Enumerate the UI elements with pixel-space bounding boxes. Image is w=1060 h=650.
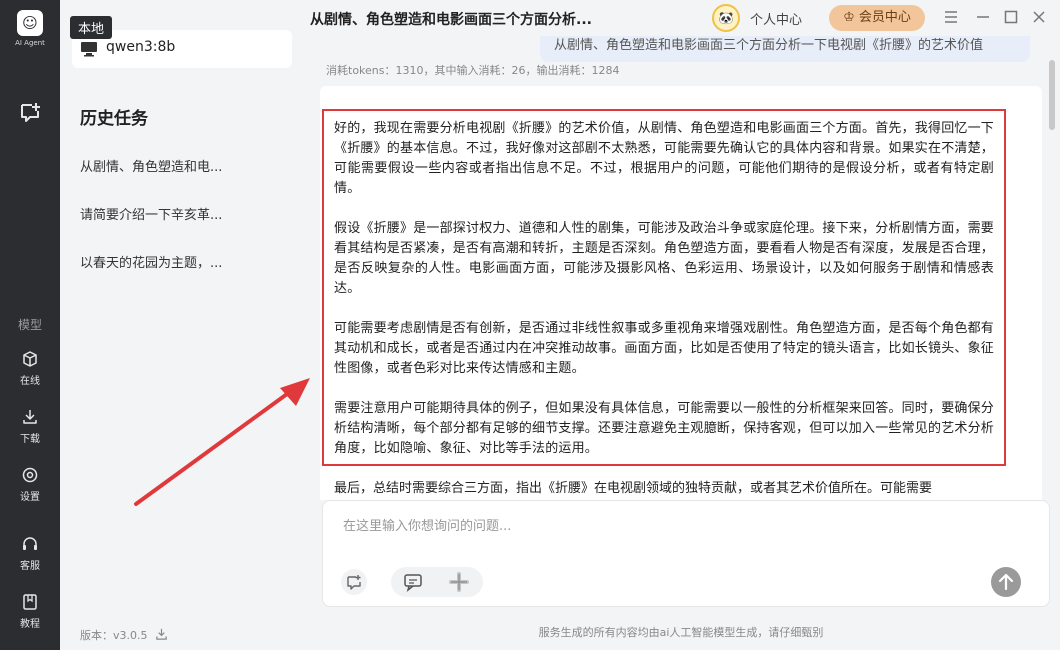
rail-item-label: 在线 (20, 376, 40, 387)
answer-paragraph: 需要注意用户可能期待具体的例子，但如果没有具体信息，可能需要以一般性的分析框架来… (334, 401, 995, 456)
question-input-placeholder: 在这里输入你想询问的问题... (343, 519, 512, 534)
history-sidebar (60, 0, 302, 650)
send-button[interactable] (991, 567, 1021, 597)
new-chat-icon[interactable] (341, 569, 367, 595)
history-item[interactable]: 以春天的花园为主题，... (80, 252, 290, 271)
history-item[interactable]: 请简要介绍一下辛亥革... (80, 204, 290, 223)
plugin-icon[interactable] (449, 572, 469, 592)
download-icon[interactable] (155, 628, 168, 641)
model-source-tag: 本地 (70, 16, 113, 39)
history-item[interactable]: 从剧情、角色塑造和电... (80, 156, 290, 175)
rail-item-online[interactable]: 在线 (0, 350, 60, 387)
vip-center-button[interactable]: ♔ 会员中心 (829, 5, 925, 31)
answer-paragraph: 好的，我现在需要分析电视剧《折腰》的艺术价值，从剧情、角色塑造和电影画面三个方面… (334, 121, 995, 196)
version-info: 版本：v3.0.5 (80, 627, 168, 643)
version-label: 版本：v3.0.5 (80, 629, 148, 642)
user-question-bubble: 从剧情、角色塑造和电影画面三个方面分析一下电视剧《折腰》的艺术价值 (540, 36, 1030, 62)
personal-center-button[interactable]: 🐼 个人中心 (712, 4, 802, 32)
logo-icon: ☺ (17, 10, 43, 36)
main-panel: 从剧情、角色塑造和电影画面三个方面分析... 🐼 个人中心 ♔ 会员中心 从剧情… (302, 0, 1060, 650)
top-bar: 从剧情、角色塑造和电影画面三个方面分析... 🐼 个人中心 ♔ 会员中心 (302, 0, 1060, 36)
conversation-title: 从剧情、角色塑造和电影画面三个方面分析... (310, 12, 592, 28)
chat-area: 从剧情、角色塑造和电影画面三个方面分析一下电视剧《折腰》的艺术价值 消耗toke… (312, 36, 1047, 500)
annotation-arrow (134, 378, 310, 506)
avatar: 🐼 (712, 4, 740, 32)
headset-icon (23, 537, 37, 550)
question-input-box[interactable]: 在这里输入你想询问的问题... (322, 500, 1050, 607)
left-rail: ☺ AI Agent 模型 在线 下载 设置 客服 教程 (0, 0, 60, 650)
app-logo: ☺ AI Agent (10, 10, 50, 54)
crown-icon: ♔ (843, 10, 855, 25)
download-icon (23, 410, 37, 424)
chat-mode-icon[interactable] (403, 572, 423, 592)
monitor-icon (81, 42, 97, 57)
new-chat-icon[interactable] (18, 101, 42, 125)
rail-item-label: 教程 (20, 619, 40, 630)
rail-section-model: 模型 (17, 318, 42, 332)
rail-item-support[interactable]: 客服 (0, 535, 60, 572)
vip-center-label: 会员中心 (858, 10, 911, 25)
answer-paragraph: 可能需要考虑剧情是否有创新，是否通过非线性叙事或多重视角来增强戏剧性。角色塑造方… (334, 321, 995, 376)
model-name: qwen3:8b (106, 39, 176, 55)
book-icon (23, 594, 37, 610)
rail-item-label: 客服 (20, 561, 40, 572)
menu-icon[interactable] (942, 8, 960, 26)
highlighted-thinking-block: 好的，我现在需要分析电视剧《折腰》的艺术价值，从剧情、角色塑造和电影画面三个方面… (322, 109, 1006, 466)
tool-toggle-group (391, 567, 483, 597)
history-title: 历史任务 (80, 109, 148, 129)
rail-item-download[interactable]: 下载 (0, 408, 60, 445)
answer-paragraph: 假设《折腰》是一部探讨权力、道德和人性的剧集，可能涉及政治斗争或家庭伦理。接下来… (334, 221, 995, 296)
settings-icon (22, 467, 38, 483)
rail-item-tutorial[interactable]: 教程 (0, 593, 60, 630)
maximize-icon[interactable] (1002, 8, 1020, 26)
chat-scrollbar[interactable] (1049, 60, 1055, 130)
close-icon[interactable] (1030, 8, 1048, 26)
rail-item-settings[interactable]: 设置 (0, 466, 60, 503)
minimize-icon[interactable] (974, 8, 992, 26)
token-usage: 消耗tokens：1310，其中输入消耗：26，输出消耗：1284 (326, 64, 620, 77)
disclaimer-note: 服务生成的所有内容均由ai人工智能模型生成，请仔细甄别 (538, 626, 824, 639)
cube-icon (23, 351, 37, 367)
logo-text: AI Agent (15, 39, 45, 47)
rail-item-label: 下载 (20, 434, 40, 445)
personal-center-label: 个人中心 (750, 12, 803, 28)
rail-item-label: 设置 (20, 492, 40, 503)
answer-paragraph: 最后，总结时需要综合三方面，指出《折腰》在电视剧领域的独特贡献，或者其艺术价值所… (334, 481, 933, 496)
arrow-up-icon (998, 573, 1014, 591)
